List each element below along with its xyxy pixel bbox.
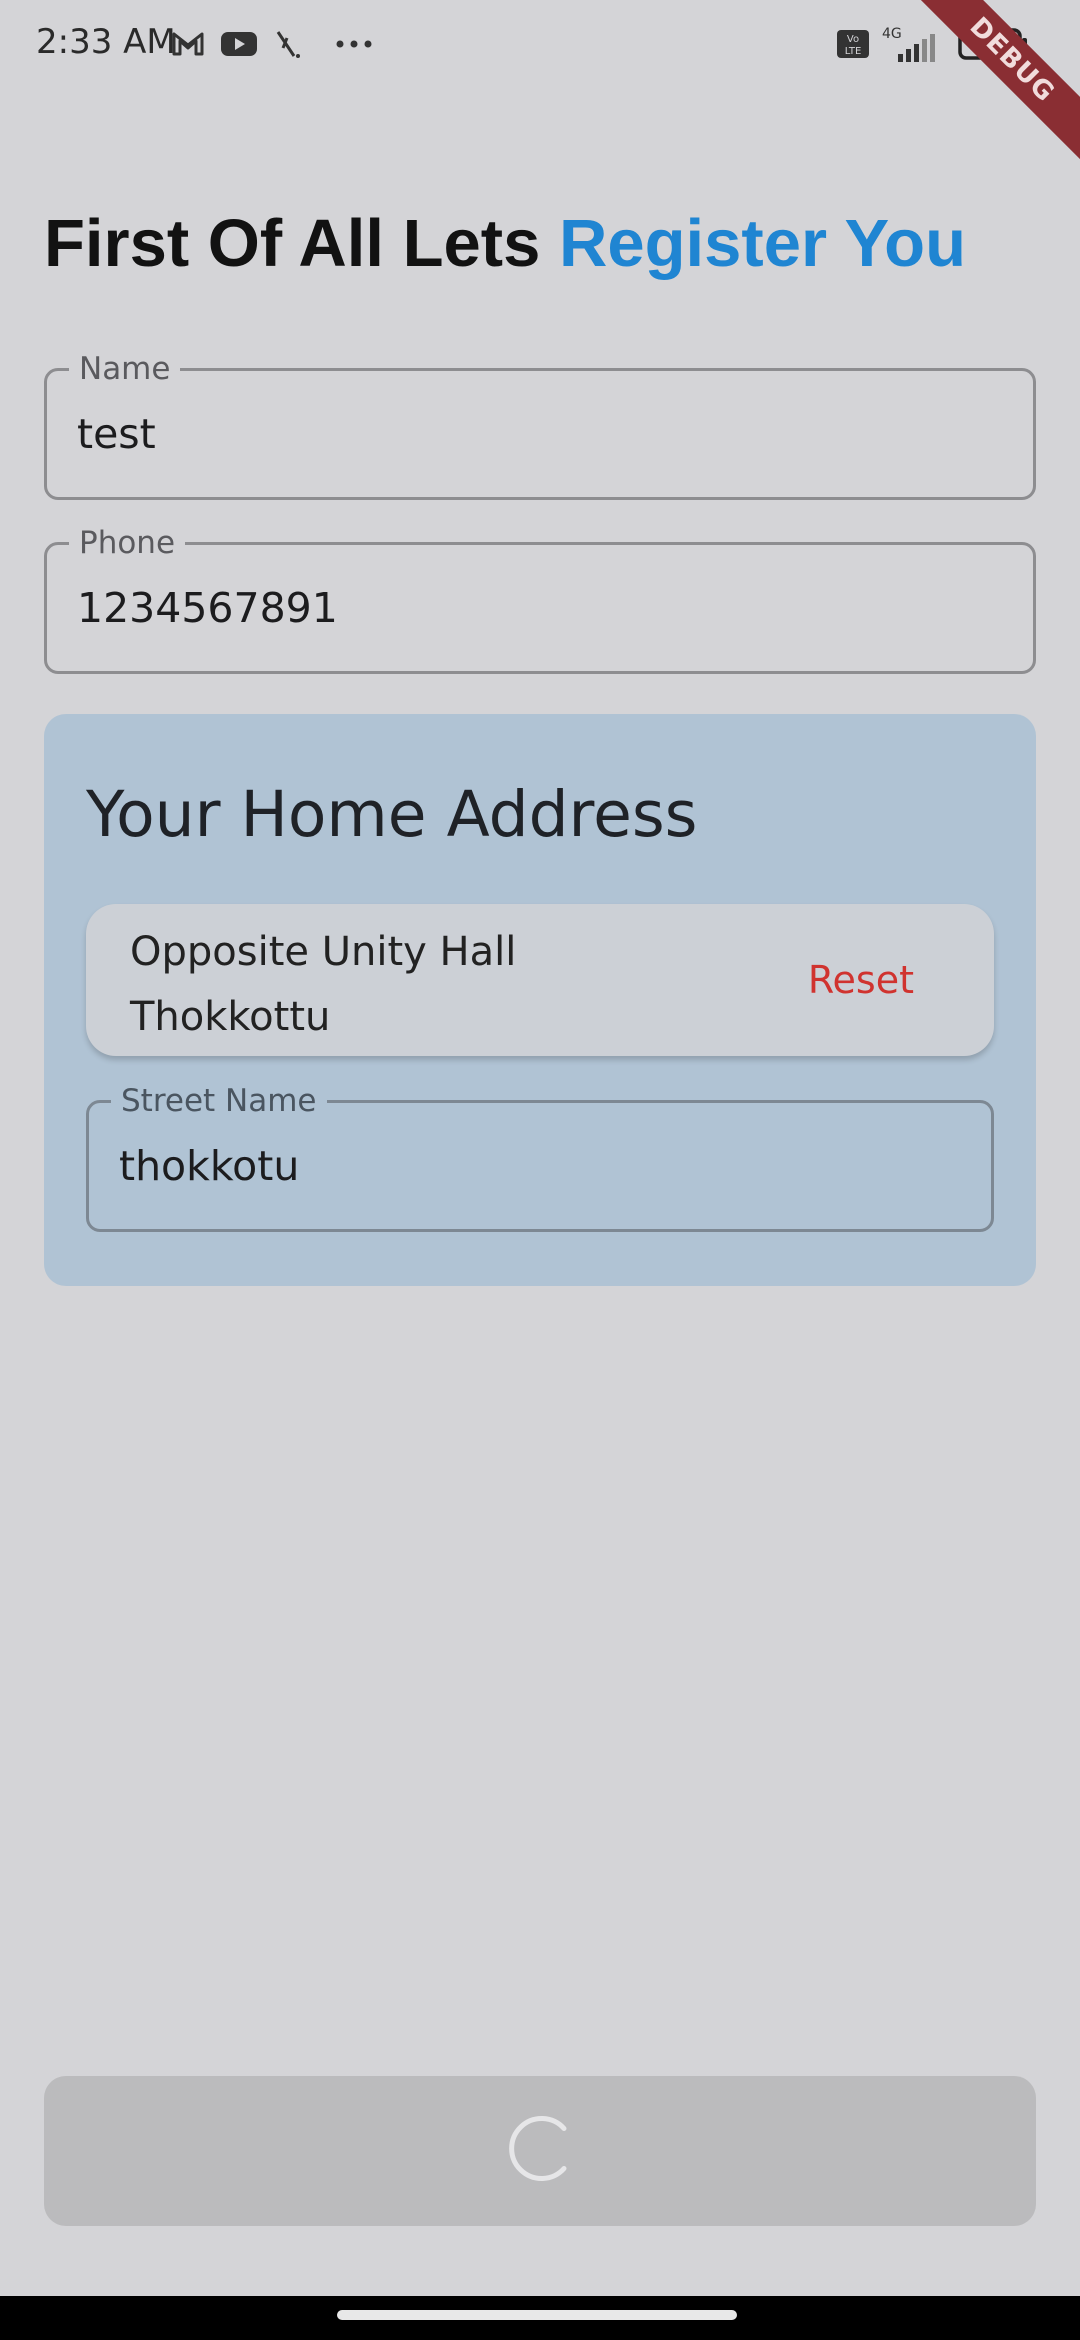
- street-name-value[interactable]: thokkotu: [119, 1103, 299, 1229]
- title-prefix: First Of All Lets: [44, 206, 559, 281]
- volte-icon: Vo LTE: [836, 26, 870, 67]
- navigation-bar: [0, 2296, 1080, 2340]
- spinner-icon: [504, 2113, 576, 2190]
- street-name-field[interactable]: Street Name thokkotu: [86, 1081, 994, 1232]
- phone-field-value[interactable]: 1234567891: [77, 545, 338, 671]
- location-text: Opposite Unity Hall Thokkottu: [130, 920, 730, 1050]
- status-bar: 2:33 AM Vo LTE 4G DEBUG: [0, 0, 1080, 168]
- home-indicator[interactable]: [337, 2310, 737, 2320]
- gmail-icon: [170, 26, 206, 67]
- status-time: 2:33 AM: [36, 22, 176, 62]
- address-title: Your Home Address: [86, 778, 698, 851]
- svg-text:Vo: Vo: [847, 34, 859, 45]
- youtube-icon: [220, 26, 258, 67]
- svg-text:4G: 4G: [882, 26, 902, 42]
- selected-location-chip: Opposite Unity Hall Thokkottu Reset: [86, 904, 994, 1056]
- name-field-value[interactable]: test: [77, 371, 156, 497]
- submit-button[interactable]: [44, 2076, 1036, 2226]
- phone-field[interactable]: Phone 1234567891: [44, 523, 1036, 674]
- title-accent: Register You: [558, 206, 967, 281]
- name-field[interactable]: Name test: [44, 349, 1036, 500]
- more-dots-icon: [334, 26, 374, 67]
- home-address-card: Your Home Address Opposite Unity Hall Th…: [44, 714, 1036, 1286]
- location-line-1: Opposite Unity Hall: [130, 929, 517, 975]
- reset-button[interactable]: Reset: [808, 958, 914, 1002]
- page-title: First Of All Lets Register You: [44, 205, 966, 282]
- location-line-2: Thokkottu: [130, 994, 331, 1040]
- tool-icon: [274, 26, 304, 67]
- signal-icon: 4G: [880, 26, 950, 71]
- svg-text:LTE: LTE: [845, 46, 862, 57]
